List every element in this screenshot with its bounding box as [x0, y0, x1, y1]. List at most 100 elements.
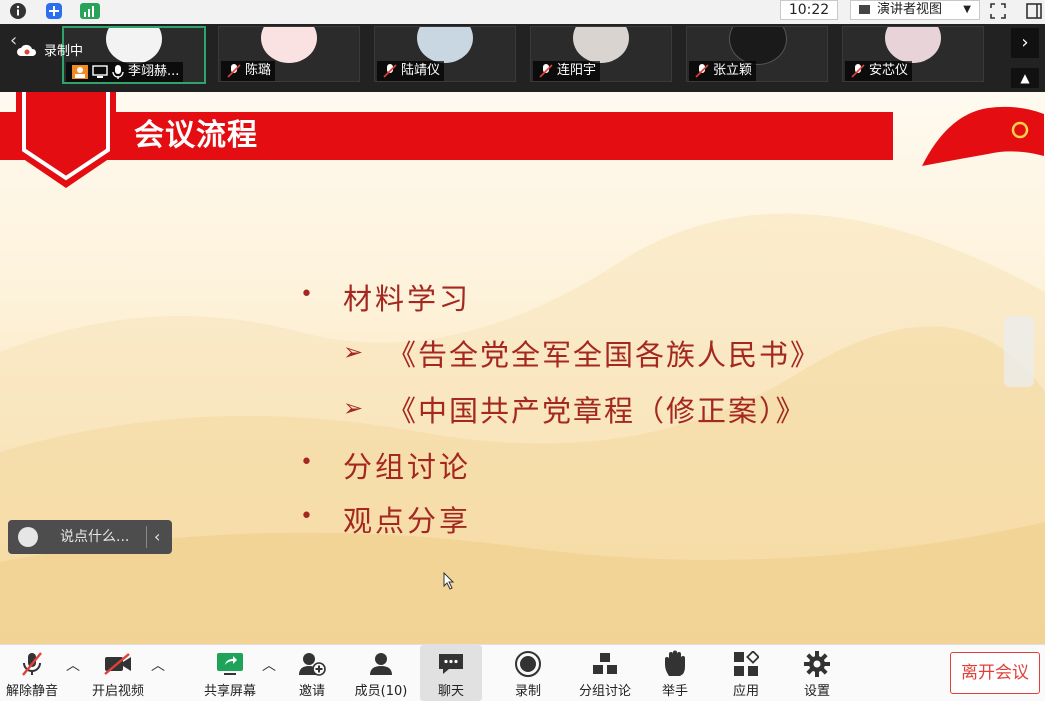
- chevron-down-icon: ▼: [963, 4, 971, 15]
- chat-input-bubble[interactable]: 说点什么... ‹: [8, 520, 172, 554]
- party-flag-icon: [922, 106, 1044, 166]
- leave-meeting-button[interactable]: 离开会议: [950, 652, 1040, 694]
- members-label: 成员(10): [354, 684, 408, 699]
- mouse-cursor-icon: [443, 572, 455, 590]
- unmute-label: 解除静音: [5, 684, 58, 699]
- participant-name: 陈璐: [245, 63, 272, 78]
- participant-name-bar: 张立颖: [689, 61, 757, 81]
- muted-mic-icon: [851, 64, 865, 78]
- security-shield-icon[interactable]: [44, 1, 64, 21]
- window-layout-icon[interactable]: [1024, 1, 1044, 21]
- participant-name-bar: 陆靖仪: [377, 61, 445, 81]
- shared-slide: 会议流程 • 材料学习 ➢ 《告全党全军全国各族人民书》 ➢ 《中国共产党章程（…: [0, 92, 1045, 644]
- view-mode-dropdown[interactable]: 演讲者视图 ▼: [850, 0, 980, 20]
- invite-label: 邀请: [298, 684, 325, 699]
- view-mode-icon: [859, 5, 870, 14]
- side-panel-handle[interactable]: [1004, 316, 1034, 387]
- apps-icon: [731, 651, 761, 677]
- collapse-strip-icon[interactable]: ▲: [1011, 68, 1039, 88]
- settings-button[interactable]: 设置: [788, 645, 846, 701]
- participant-name-bar: 李翊赫...: [66, 62, 184, 82]
- avatar: [729, 27, 787, 65]
- audio-options-caret[interactable]: ︿: [66, 655, 80, 675]
- avatar: [417, 27, 473, 63]
- muted-mic-icon: [227, 64, 241, 78]
- raise-hand-label: 举手: [661, 684, 688, 699]
- participant-name-bar: 陈璐: [221, 61, 276, 81]
- agenda-item-text: 观点分享: [343, 504, 472, 538]
- arrow-bullet-icon: ➢: [343, 394, 364, 422]
- agenda-item-text: 材料学习: [343, 282, 472, 316]
- strip-next-arrow[interactable]: ›: [1011, 28, 1039, 58]
- agenda-subitem-text: 《中国共产党章程（修正案）》: [387, 394, 807, 428]
- presenter-icon: [72, 65, 88, 79]
- participant-name: 李翊赫...: [128, 64, 180, 79]
- fullscreen-icon[interactable]: [988, 1, 1008, 21]
- apps-button[interactable]: 应用: [716, 645, 776, 701]
- participant-name-bar: 安芯仪: [845, 61, 913, 81]
- participant-tile[interactable]: 陈璐: [218, 26, 360, 82]
- apps-label: 应用: [732, 684, 759, 699]
- arrow-bullet-icon: ➢: [343, 338, 364, 366]
- raise-hand-button[interactable]: 举手: [646, 645, 704, 701]
- agenda-subitem-text: 《告全党全军全国各族人民书》: [387, 338, 822, 372]
- recording-indicator[interactable]: 录制中: [16, 40, 83, 59]
- breakout-rooms-icon: [590, 651, 620, 677]
- banner-pendant-shape: [16, 92, 116, 188]
- divider: [146, 526, 147, 548]
- video-off-icon: [103, 651, 133, 677]
- clock-display: 10:22: [780, 0, 838, 20]
- participant-tile[interactable]: 安芯仪: [842, 26, 984, 82]
- chevron-left-icon[interactable]: ‹: [154, 520, 160, 554]
- chat-placeholder: 说点什么...: [60, 529, 130, 545]
- share-screen-button[interactable]: 共享屏幕: [198, 645, 262, 701]
- chat-button[interactable]: 聊天: [420, 645, 482, 701]
- raise-hand-icon: [660, 650, 690, 677]
- unmute-button[interactable]: 解除静音: [0, 645, 64, 701]
- participant-name: 连阳宇: [557, 63, 597, 78]
- gear-icon: [802, 651, 832, 677]
- bullet-dot: •: [300, 504, 313, 529]
- muted-mic-icon: [539, 64, 553, 78]
- video-options-caret[interactable]: ︿: [151, 655, 165, 675]
- muted-microphone-icon: [17, 651, 47, 677]
- members-button[interactable]: 成员(10): [350, 645, 412, 701]
- slide-title: 会议流程: [134, 118, 258, 153]
- participant-name: 陆靖仪: [401, 63, 441, 78]
- cloud-record-icon: [17, 44, 37, 56]
- share-screen-label: 共享屏幕: [203, 684, 256, 699]
- participant-tile[interactable]: 李翊赫...: [62, 26, 206, 84]
- breakout-rooms-button[interactable]: 分组讨论: [572, 645, 638, 701]
- chat-bubble-icon: [436, 651, 466, 677]
- participant-name-bar: 连阳宇: [533, 61, 601, 81]
- muted-mic-icon: [695, 64, 709, 78]
- agenda-item-text: 分组讨论: [343, 450, 472, 484]
- start-video-button[interactable]: 开启视频: [86, 645, 150, 701]
- recording-label: 录制中: [44, 44, 84, 59]
- record-icon: [513, 651, 543, 677]
- chat-label: 聊天: [437, 684, 464, 699]
- participant-tile[interactable]: 张立颖: [686, 26, 828, 82]
- info-icon[interactable]: [8, 1, 28, 21]
- share-options-caret[interactable]: ︿: [262, 655, 276, 675]
- bullet-dot: •: [300, 450, 313, 475]
- start-video-label: 开启视频: [91, 684, 144, 699]
- avatar: [261, 27, 317, 63]
- participant-tile[interactable]: 陆靖仪: [374, 26, 516, 82]
- members-icon: [366, 651, 396, 677]
- screen-share-icon: [92, 65, 108, 78]
- record-label: 录制: [514, 684, 541, 699]
- participant-name: 安芯仪: [869, 63, 909, 78]
- avatar: [573, 27, 629, 63]
- view-mode-label: 演讲者视图: [877, 2, 943, 17]
- participant-tile[interactable]: 连阳宇: [530, 26, 672, 82]
- invite-button[interactable]: 邀请: [282, 645, 342, 701]
- emoji-icon[interactable]: [18, 527, 38, 547]
- participant-strip: ‹ 李翊赫... 陈璐 陆靖仪 连阳宇 张立颖 安芯仪 录制中 › ▲: [0, 24, 1045, 92]
- signal-strength-icon[interactable]: [80, 1, 100, 21]
- record-button[interactable]: 录制: [498, 645, 558, 701]
- avatar: [106, 28, 162, 64]
- settings-label: 设置: [803, 684, 830, 699]
- microphone-icon: [112, 65, 124, 79]
- avatar: [885, 27, 941, 63]
